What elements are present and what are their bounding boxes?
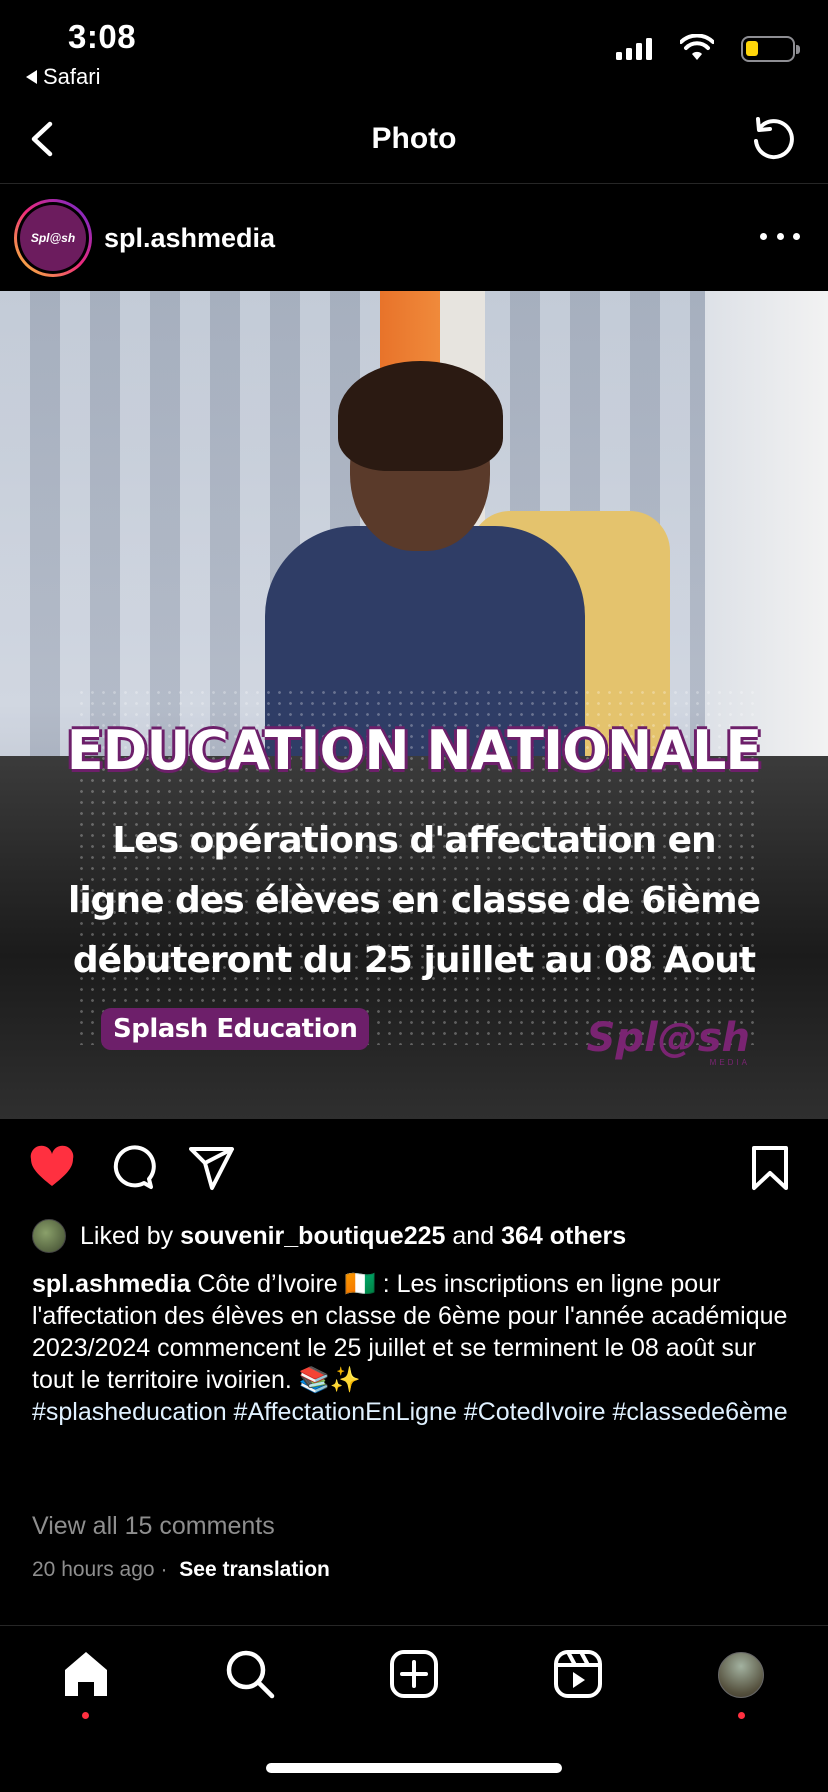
caption-username[interactable]: spl.ashmedia [32,1270,190,1298]
status-time: 3:08 [68,18,137,55]
image-line-2: ligne des élèves en classe de 6ième [68,880,761,921]
post-meta: 20 hours ago · See translation [32,1558,330,1582]
avatar-logo: Spl@sh [20,205,86,271]
caption-hashtags[interactable]: #splasheducation #AffectationEnLigne #Co… [32,1398,788,1426]
image-line-3: débuteront du 25 juillet au 08 Aout [72,940,756,981]
image-headline: EDUCATION NATIONALE [66,719,763,782]
back-to-safari[interactable]: Safari [26,64,100,90]
likes-others[interactable]: 364 others [501,1222,626,1251]
bookmark-icon[interactable] [746,1144,794,1192]
create-icon[interactable] [388,1648,440,1700]
brand-logo-sub: MEDIA [709,1058,750,1067]
more-options-icon[interactable] [760,221,800,251]
post-actions [0,1130,828,1200]
status-bar: 3:08 Safari [0,0,828,94]
post-username[interactable]: spl.ashmedia [104,223,275,254]
image-subtext: Les opérations d'affectation en ligne de… [60,811,768,991]
likes-prefix: Liked by [80,1221,174,1250]
see-translation-link[interactable]: See translation [179,1558,330,1581]
page-title: Photo [371,122,457,155]
wifi-icon [680,34,714,60]
brand-logo: Spl@sh [586,1015,750,1061]
avatar[interactable]: Spl@sh [14,199,92,277]
nav-header: Photo [0,94,828,184]
liker-avatar[interactable] [32,1219,66,1253]
share-icon[interactable] [188,1144,236,1192]
refresh-icon[interactable] [748,114,798,164]
post-image[interactable]: EDUCATION NATIONALE Les opérations d'aff… [0,291,828,1119]
battery-icon [741,36,800,62]
meta-separator: · [160,1558,168,1581]
image-badge: Splash Education [101,1008,370,1050]
home-indicator[interactable] [266,1763,562,1773]
back-app-label: Safari [43,64,101,89]
post-header: Spl@sh spl.ashmedia [0,185,828,291]
heart-filled-icon[interactable] [28,1144,76,1192]
home-icon[interactable] [60,1648,112,1700]
person-hair [338,361,503,471]
profile-notification-dot [738,1712,745,1719]
likes-line[interactable]: Liked by souvenir_boutique225 and 364 ot… [32,1218,626,1254]
image-line-1: Les opérations d'affectation en [112,820,716,861]
post-time: 20 hours ago [32,1558,155,1581]
caption: spl.ashmedia Côte d’Ivoire 🇨🇮 : Les insc… [32,1268,792,1428]
back-triangle-icon [26,70,37,84]
comment-icon[interactable] [108,1144,156,1192]
reels-icon[interactable] [552,1648,604,1700]
search-icon[interactable] [224,1648,276,1700]
view-comments-link[interactable]: View all 15 comments [32,1512,275,1541]
signal-icon [616,38,652,60]
liker-username[interactable]: souvenir_boutique225 [180,1222,445,1251]
profile-icon[interactable] [718,1652,764,1698]
home-notification-dot [82,1712,89,1719]
likes-and: and [452,1221,495,1250]
